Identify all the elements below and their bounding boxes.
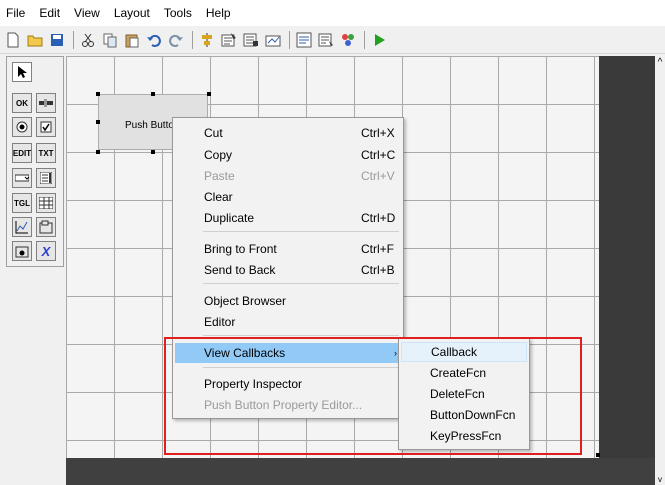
static-text-tool-icon[interactable]: TXT xyxy=(36,143,56,163)
resize-handle[interactable] xyxy=(96,92,100,96)
toolbar-editor-icon[interactable] xyxy=(264,31,282,49)
ctx-shortcut: Ctrl+X xyxy=(361,126,395,140)
component-palette: OK EDIT TXT TGL X xyxy=(6,56,64,267)
menu-view[interactable]: View xyxy=(74,6,100,20)
ctx-shortcut: Ctrl+C xyxy=(361,148,396,162)
ctx-label: Copy xyxy=(204,148,233,162)
menu-editor-icon[interactable] xyxy=(220,31,238,49)
ctx-editor[interactable]: Editor xyxy=(175,312,401,332)
resize-handle[interactable] xyxy=(207,92,211,96)
radio-button-tool-icon[interactable] xyxy=(12,117,32,137)
canvas-resize-handle[interactable] xyxy=(596,453,600,457)
menu-file[interactable]: File xyxy=(6,6,25,20)
resize-handle[interactable] xyxy=(96,150,100,154)
toolbar-separator xyxy=(364,30,365,49)
copy-icon[interactable] xyxy=(101,31,119,49)
ctx-label: Duplicate xyxy=(204,211,255,225)
align-icon[interactable] xyxy=(198,31,216,49)
menu-tools[interactable]: Tools xyxy=(164,6,192,20)
menu-layout[interactable]: Layout xyxy=(114,6,150,20)
ctx-duplicate[interactable]: Duplicate Ctrl+D xyxy=(175,208,401,228)
toolbar-separator xyxy=(73,30,74,49)
activex-tool-icon[interactable]: X xyxy=(36,241,56,261)
ctx-cut[interactable]: Cut Ctrl+X xyxy=(175,123,401,143)
menu-help[interactable]: Help xyxy=(206,6,231,20)
menu-edit[interactable]: Edit xyxy=(39,6,60,20)
resize-handle[interactable] xyxy=(151,92,155,96)
toggle-button-tool-icon[interactable]: TGL xyxy=(12,193,32,213)
ctx-label: Object Browser xyxy=(204,294,287,308)
scroll-down-icon[interactable]: v xyxy=(655,475,665,485)
axes-tool-icon[interactable] xyxy=(12,217,32,237)
check-box-tool-icon[interactable] xyxy=(36,117,56,137)
ctx-paste: Paste Ctrl+V xyxy=(175,166,401,186)
run-icon[interactable] xyxy=(370,31,388,49)
ctx-shortcut: Ctrl+F xyxy=(361,242,394,256)
ctx-label: Cut xyxy=(204,126,223,140)
ctx-separator xyxy=(203,335,399,336)
ctx-label: Paste xyxy=(204,169,235,183)
ctx-label: Clear xyxy=(204,190,233,204)
save-icon[interactable] xyxy=(48,31,66,49)
cut-icon[interactable] xyxy=(79,31,97,49)
ctx-label: Editor xyxy=(204,315,236,329)
ctx-label: Send to Back xyxy=(204,263,276,277)
button-group-tool-icon[interactable] xyxy=(12,241,32,261)
push-button-tool-icon[interactable]: OK xyxy=(12,93,32,113)
resize-handle[interactable] xyxy=(151,150,155,154)
ctx-copy[interactable]: Copy Ctrl+C xyxy=(175,145,401,165)
undo-icon[interactable] xyxy=(145,31,163,49)
ctx-object-browser[interactable]: Object Browser xyxy=(175,291,401,311)
scroll-up-icon[interactable]: ^ xyxy=(655,58,665,68)
ctx-clear[interactable]: Clear xyxy=(175,187,401,207)
property-inspector-icon[interactable] xyxy=(317,31,335,49)
open-icon[interactable] xyxy=(26,31,44,49)
list-box-tool-icon[interactable] xyxy=(36,168,56,188)
ctx-send-to-back[interactable]: Send to Back Ctrl+B xyxy=(175,260,401,280)
toolbar-separator xyxy=(289,30,290,49)
canvas-outside-area xyxy=(599,56,655,458)
resize-handle[interactable] xyxy=(96,120,100,124)
object-browser-icon[interactable] xyxy=(339,31,357,49)
vertical-scrollbar[interactable]: ^ v xyxy=(655,56,665,485)
select-tool-icon[interactable] xyxy=(12,62,32,82)
slider-tool-icon[interactable] xyxy=(36,93,56,113)
redo-icon[interactable] xyxy=(167,31,185,49)
annotation-highlight-box xyxy=(164,337,582,455)
editor-icon[interactable] xyxy=(295,31,313,49)
paste-icon[interactable] xyxy=(123,31,141,49)
menu-bar: File Edit View Layout Tools Help xyxy=(0,0,665,26)
canvas-outside-area-bottom xyxy=(66,458,655,485)
popup-menu-tool-icon[interactable] xyxy=(12,168,32,188)
ctx-shortcut: Ctrl+B xyxy=(361,263,395,277)
new-icon[interactable] xyxy=(4,31,22,49)
ctx-separator xyxy=(203,283,399,284)
ctx-shortcut: Ctrl+D xyxy=(361,211,396,225)
ctx-shortcut: Ctrl+V xyxy=(361,169,395,183)
toolbar xyxy=(0,26,665,54)
ctx-bring-to-front[interactable]: Bring to Front Ctrl+F xyxy=(175,239,401,259)
ctx-separator xyxy=(203,231,399,232)
panel-tool-icon[interactable] xyxy=(36,217,56,237)
tab-order-icon[interactable] xyxy=(242,31,260,49)
toolbar-separator xyxy=(192,30,193,49)
ctx-label: Bring to Front xyxy=(204,242,277,256)
edit-text-tool-icon[interactable]: EDIT xyxy=(12,143,32,163)
table-tool-icon[interactable] xyxy=(36,193,56,213)
